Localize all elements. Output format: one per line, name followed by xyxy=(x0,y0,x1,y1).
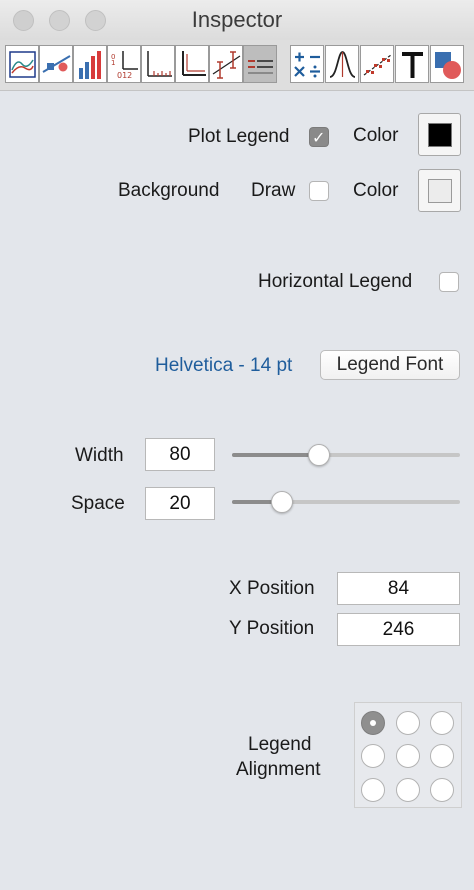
background-draw-checkbox[interactable] xyxy=(309,181,329,201)
svg-text:012: 012 xyxy=(117,71,132,80)
alignment-label-line2: Alignment xyxy=(236,759,321,780)
checkmark-icon: ✓ xyxy=(312,128,326,147)
x-position-label: X Position xyxy=(229,578,315,599)
alignment-bottom-left[interactable] xyxy=(361,778,385,802)
background-color-label: Color xyxy=(353,180,399,201)
space-slider[interactable] xyxy=(232,500,460,504)
error-bars-tool[interactable] xyxy=(209,45,243,83)
bar-chart-icon xyxy=(79,51,101,79)
tick-marks-tool[interactable] xyxy=(141,45,175,83)
line-scatter-tool[interactable] xyxy=(39,45,73,83)
legend-color-swatch xyxy=(428,123,452,147)
alignment-label-line1: Legend xyxy=(248,734,312,755)
draw-label: Draw xyxy=(251,180,296,201)
svg-text:1: 1 xyxy=(111,59,115,67)
width-field[interactable]: 80 xyxy=(145,438,215,471)
alignment-middle-left[interactable] xyxy=(361,744,385,768)
width-label: Width xyxy=(75,445,124,466)
plot-frame-tool[interactable] xyxy=(5,45,39,83)
inspector-toolbar: 0 1 012 xyxy=(0,40,474,91)
curve-fit-tool[interactable] xyxy=(325,45,359,83)
y-position-label: Y Position xyxy=(229,618,315,639)
curve-fit-icon xyxy=(329,51,356,78)
text-tool[interactable] xyxy=(395,45,429,83)
horizontal-legend-label: Horizontal Legend xyxy=(258,271,413,292)
legend-color-label: Color xyxy=(353,125,399,146)
alignment-middle-center[interactable] xyxy=(396,744,420,768)
plot-frame-icon xyxy=(9,51,36,78)
horizontal-legend-checkbox[interactable] xyxy=(439,272,459,292)
background-color-swatch xyxy=(428,179,452,203)
tick-marks-icon xyxy=(147,51,172,77)
alignment-bottom-right[interactable] xyxy=(430,778,454,802)
x-position-field[interactable]: 84 xyxy=(337,572,460,605)
width-slider[interactable] xyxy=(232,453,460,457)
y-position-field[interactable]: 246 xyxy=(337,613,460,646)
width-slider-fill xyxy=(232,453,319,457)
legend-icon xyxy=(248,60,273,74)
bar-chart-tool[interactable] xyxy=(73,45,107,83)
shapes-icon xyxy=(435,52,461,79)
space-field[interactable]: 20 xyxy=(145,487,215,520)
plot-legend-label: Plot Legend xyxy=(188,126,290,147)
space-slider-knob[interactable] xyxy=(271,491,293,513)
shapes-tool[interactable] xyxy=(430,45,464,83)
legend-font-button[interactable]: Legend Font xyxy=(320,350,460,380)
text-tool-icon xyxy=(402,52,423,78)
background-color-well[interactable] xyxy=(418,169,461,212)
title-bar: Inspector xyxy=(0,0,474,40)
math-operators-tool[interactable] xyxy=(290,45,324,83)
legend-color-well[interactable] xyxy=(418,113,461,156)
regression-icon xyxy=(363,54,392,76)
axis-lines-tool[interactable] xyxy=(175,45,209,83)
window-title: Inspector xyxy=(191,7,283,32)
width-slider-knob[interactable] xyxy=(308,444,330,466)
plot-legend-checkbox[interactable]: ✓ xyxy=(309,127,329,147)
legend-tool[interactable] xyxy=(243,45,277,83)
selected-dot-icon xyxy=(370,720,376,726)
alignment-middle-right[interactable] xyxy=(430,744,454,768)
background-label: Background xyxy=(118,180,220,201)
axis-numbers-icon: 0 1 012 xyxy=(111,51,138,80)
alignment-top-left[interactable] xyxy=(361,711,385,735)
alignment-top-center[interactable] xyxy=(396,711,420,735)
alignment-top-right[interactable] xyxy=(430,711,454,735)
axis-lines-icon xyxy=(182,51,206,76)
regression-tool[interactable] xyxy=(360,45,394,83)
legend-font-description: Helvetica - 14 pt xyxy=(155,355,293,376)
error-bars-icon xyxy=(212,51,241,79)
line-scatter-icon xyxy=(42,55,71,73)
math-operators-icon xyxy=(294,52,320,78)
legend-alignment-grid xyxy=(354,702,462,808)
axis-numbers-tool[interactable]: 0 1 012 xyxy=(107,45,141,83)
inspector-window: Inspector 0 1 012 Plot Legend ✓ Color Ba… xyxy=(0,0,474,890)
alignment-bottom-center[interactable] xyxy=(396,778,420,802)
space-label: Space xyxy=(71,493,125,514)
